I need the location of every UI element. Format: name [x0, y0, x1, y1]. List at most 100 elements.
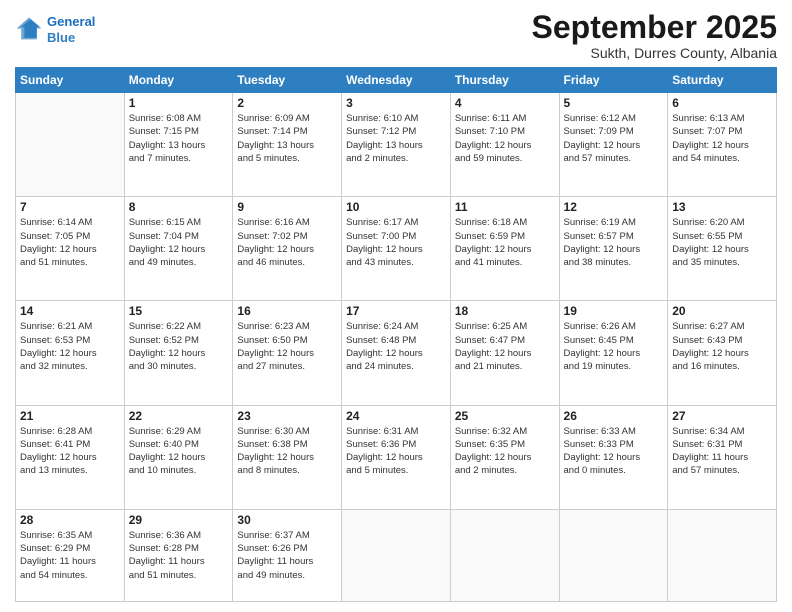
day-header: Tuesday [233, 68, 342, 93]
day-cell: 15Sunrise: 6:22 AM Sunset: 6:52 PM Dayli… [124, 301, 233, 405]
day-info: Sunrise: 6:29 AM Sunset: 6:40 PM Dayligh… [129, 425, 229, 478]
day-cell: 18 Sunrise: 6:25 AM Sunset: 6:47 PM Dayli… [450, 301, 559, 405]
day-number: 28 [20, 513, 120, 527]
day-cell: 9 Sunrise: 6:16 AM Sunset: 7:02 PM Daylig… [233, 197, 342, 301]
day-info: Sunrise: 6:31 AM Sunset: 6:36 PM Dayligh… [346, 425, 446, 478]
day-info: Sunrise: 6:25 AM Sunset: 6:47 PM Dayligh… [455, 320, 555, 373]
day-number: 1 [129, 96, 229, 110]
day-cell: 10Sunrise: 6:17 AM Sunset: 7:00 PM Dayli… [342, 197, 451, 301]
day-cell: 30 Sunrise: 6:37 AM Sunset: 6:26 PM Dayli… [233, 509, 342, 601]
day-header: Saturday [668, 68, 777, 93]
day-cell [16, 93, 125, 197]
day-info: Sunrise: 6:36 AM Sunset: 6:28 PM Dayligh… [129, 529, 229, 582]
day-cell: 16Sunrise: 6:23 AM Sunset: 6:50 PM Dayli… [233, 301, 342, 405]
day-info: Sunrise: 6:32 AM Sunset: 6:35 PM Dayligh… [455, 425, 555, 478]
day-info: Sunrise: 6:34 AM Sunset: 6:31 PM Dayligh… [672, 425, 772, 478]
day-number: 3 [346, 96, 446, 110]
day-number: 24 [346, 409, 446, 423]
day-info: Sunrise: 6:35 AM Sunset: 6:29 PM Dayligh… [20, 529, 120, 582]
day-number: 4 [455, 96, 555, 110]
header: General Blue September 2025 Sukth, Durre… [15, 10, 777, 61]
day-info: Sunrise: 6:22 AM Sunset: 6:52 PM Dayligh… [129, 320, 229, 373]
day-header: Monday [124, 68, 233, 93]
day-number: 10 [346, 200, 446, 214]
day-cell [450, 509, 559, 601]
week-row: 1Sunrise: 6:08 AM Sunset: 7:15 PM Daylig… [16, 93, 777, 197]
day-info: Sunrise: 6:09 AM Sunset: 7:14 PM Dayligh… [237, 112, 337, 165]
day-number: 27 [672, 409, 772, 423]
day-number: 7 [20, 200, 120, 214]
day-cell: 27 Sunrise: 6:34 AM Sunset: 6:31 PM Dayli… [668, 405, 777, 509]
day-cell: 8 Sunrise: 6:15 AM Sunset: 7:04 PM Daylig… [124, 197, 233, 301]
day-number: 14 [20, 304, 120, 318]
week-row: 28 Sunrise: 6:35 AM Sunset: 6:29 PM Dayli… [16, 509, 777, 601]
day-number: 18 [455, 304, 555, 318]
day-cell: 28 Sunrise: 6:35 AM Sunset: 6:29 PM Dayli… [16, 509, 125, 601]
day-info: Sunrise: 6:13 AM Sunset: 7:07 PM Dayligh… [672, 112, 772, 165]
day-number: 9 [237, 200, 337, 214]
subtitle: Sukth, Durres County, Albania [532, 45, 777, 61]
day-number: 19 [564, 304, 664, 318]
logo-icon [15, 16, 43, 44]
day-number: 11 [455, 200, 555, 214]
day-cell: 4Sunrise: 6:11 AM Sunset: 7:10 PM Daylig… [450, 93, 559, 197]
day-number: 8 [129, 200, 229, 214]
day-info: Sunrise: 6:15 AM Sunset: 7:04 PM Dayligh… [129, 216, 229, 269]
day-number: 6 [672, 96, 772, 110]
day-info: Sunrise: 6:14 AM Sunset: 7:05 PM Dayligh… [20, 216, 120, 269]
day-cell [559, 509, 668, 601]
day-info: Sunrise: 6:37 AM Sunset: 6:26 PM Dayligh… [237, 529, 337, 582]
header-row: SundayMondayTuesdayWednesdayThursdayFrid… [16, 68, 777, 93]
day-info: Sunrise: 6:19 AM Sunset: 6:57 PM Dayligh… [564, 216, 664, 269]
day-number: 25 [455, 409, 555, 423]
week-row: 14 Sunrise: 6:21 AM Sunset: 6:53 PM Dayli… [16, 301, 777, 405]
calendar: SundayMondayTuesdayWednesdayThursdayFrid… [15, 67, 777, 602]
day-cell: 11 Sunrise: 6:18 AM Sunset: 6:59 PM Dayli… [450, 197, 559, 301]
day-cell: 17Sunrise: 6:24 AM Sunset: 6:48 PM Dayli… [342, 301, 451, 405]
day-info: Sunrise: 6:27 AM Sunset: 6:43 PM Dayligh… [672, 320, 772, 373]
day-number: 29 [129, 513, 229, 527]
day-cell: 29 Sunrise: 6:36 AM Sunset: 6:28 PM Dayli… [124, 509, 233, 601]
day-cell [342, 509, 451, 601]
day-info: Sunrise: 6:20 AM Sunset: 6:55 PM Dayligh… [672, 216, 772, 269]
day-cell: 22Sunrise: 6:29 AM Sunset: 6:40 PM Dayli… [124, 405, 233, 509]
day-info: Sunrise: 6:30 AM Sunset: 6:38 PM Dayligh… [237, 425, 337, 478]
day-info: Sunrise: 6:21 AM Sunset: 6:53 PM Dayligh… [20, 320, 120, 373]
logo-text: General Blue [47, 14, 95, 45]
day-number: 20 [672, 304, 772, 318]
day-info: Sunrise: 6:33 AM Sunset: 6:33 PM Dayligh… [564, 425, 664, 478]
logo-line2: Blue [47, 30, 75, 45]
day-info: Sunrise: 6:18 AM Sunset: 6:59 PM Dayligh… [455, 216, 555, 269]
day-number: 26 [564, 409, 664, 423]
page: General Blue September 2025 Sukth, Durre… [0, 0, 792, 612]
day-cell: 6 Sunrise: 6:13 AM Sunset: 7:07 PM Daylig… [668, 93, 777, 197]
day-number: 2 [237, 96, 337, 110]
day-info: Sunrise: 6:24 AM Sunset: 6:48 PM Dayligh… [346, 320, 446, 373]
day-info: Sunrise: 6:28 AM Sunset: 6:41 PM Dayligh… [20, 425, 120, 478]
day-number: 21 [20, 409, 120, 423]
day-cell: 1Sunrise: 6:08 AM Sunset: 7:15 PM Daylig… [124, 93, 233, 197]
day-cell: 20 Sunrise: 6:27 AM Sunset: 6:43 PM Dayli… [668, 301, 777, 405]
day-cell: 3Sunrise: 6:10 AM Sunset: 7:12 PM Daylig… [342, 93, 451, 197]
day-cell: 25 Sunrise: 6:32 AM Sunset: 6:35 PM Dayli… [450, 405, 559, 509]
day-number: 16 [237, 304, 337, 318]
day-cell: 12 Sunrise: 6:19 AM Sunset: 6:57 PM Dayli… [559, 197, 668, 301]
week-row: 7 Sunrise: 6:14 AM Sunset: 7:05 PM Daylig… [16, 197, 777, 301]
day-cell: 23Sunrise: 6:30 AM Sunset: 6:38 PM Dayli… [233, 405, 342, 509]
logo-line1: General [47, 14, 95, 29]
week-row: 21 Sunrise: 6:28 AM Sunset: 6:41 PM Dayli… [16, 405, 777, 509]
day-number: 30 [237, 513, 337, 527]
month-title: September 2025 [532, 10, 777, 45]
day-info: Sunrise: 6:26 AM Sunset: 6:45 PM Dayligh… [564, 320, 664, 373]
day-number: 5 [564, 96, 664, 110]
day-cell: 5Sunrise: 6:12 AM Sunset: 7:09 PM Daylig… [559, 93, 668, 197]
day-cell: 2 Sunrise: 6:09 AM Sunset: 7:14 PM Daylig… [233, 93, 342, 197]
day-info: Sunrise: 6:16 AM Sunset: 7:02 PM Dayligh… [237, 216, 337, 269]
day-cell [668, 509, 777, 601]
day-number: 12 [564, 200, 664, 214]
day-cell: 21 Sunrise: 6:28 AM Sunset: 6:41 PM Dayli… [16, 405, 125, 509]
day-header: Wednesday [342, 68, 451, 93]
day-header: Sunday [16, 68, 125, 93]
day-header: Friday [559, 68, 668, 93]
day-cell: 14 Sunrise: 6:21 AM Sunset: 6:53 PM Dayli… [16, 301, 125, 405]
